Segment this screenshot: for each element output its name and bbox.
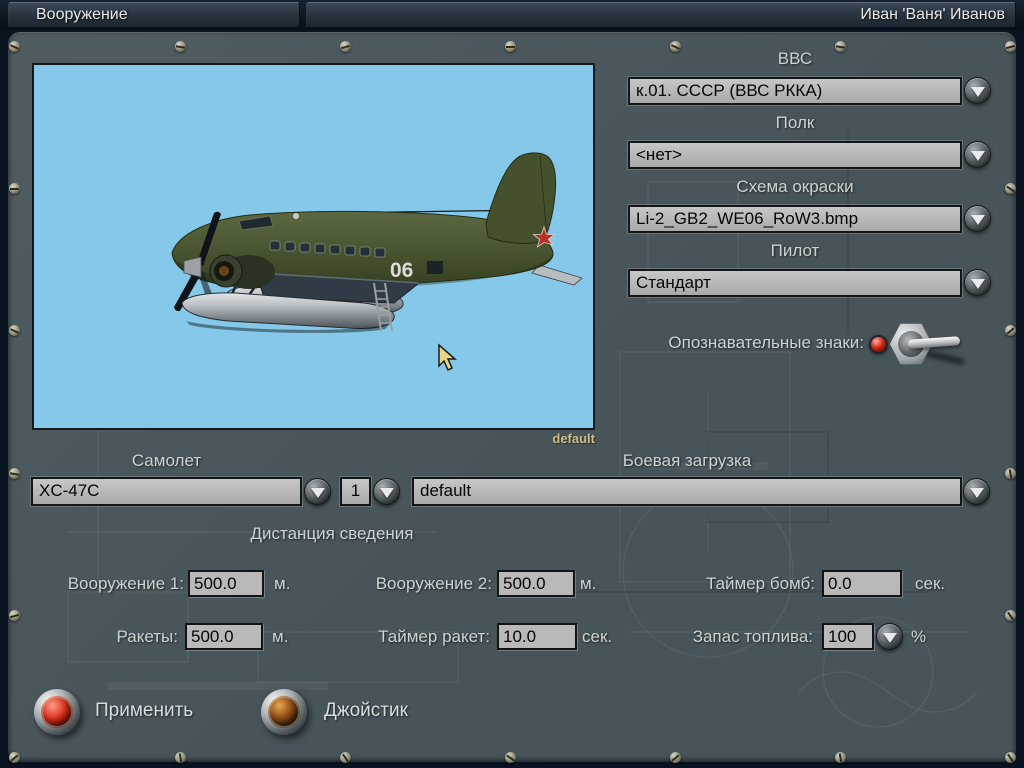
chevron-down-icon xyxy=(970,279,985,290)
weapon2-unit: м. xyxy=(580,574,597,593)
screw-icon xyxy=(1005,752,1016,763)
screw-icon xyxy=(175,752,186,763)
player-name: Иван 'Ваня' Иванов xyxy=(860,6,1005,23)
variant-select[interactable]: 1 xyxy=(340,477,371,506)
paint-scheme-select[interactable]: Li-2_GB2_WE06_RoW3.bmp xyxy=(628,205,962,233)
markings-indicator-lamp xyxy=(869,335,888,354)
spinner xyxy=(183,256,202,278)
bottom-bar xyxy=(0,762,1024,768)
screw-icon xyxy=(1005,468,1016,479)
screw-icon xyxy=(340,752,351,763)
chevron-down-icon xyxy=(379,488,394,499)
convergence-title: Дистанция сведения xyxy=(250,524,414,543)
tail-number: 06 xyxy=(390,259,413,282)
chevron-down-icon xyxy=(882,633,897,644)
chevron-down-icon xyxy=(310,488,325,499)
regiment-label: Полк xyxy=(775,113,815,132)
rocket-timer-input[interactable] xyxy=(497,623,577,650)
pilot-select[interactable]: Стандарт xyxy=(628,269,962,297)
fuel-unit: % xyxy=(911,627,927,646)
apply-button[interactable] xyxy=(34,689,80,735)
screw-icon xyxy=(340,41,351,52)
joystick-button-label: Джойстик xyxy=(324,700,408,721)
bomb-timer-unit: сек. xyxy=(915,574,946,593)
player-name-bar: Иван 'Ваня' Иванов xyxy=(306,2,1016,28)
rockets-label: Ракеты: xyxy=(116,627,178,646)
screw-icon xyxy=(9,610,20,621)
air-force-dropdown-button[interactable] xyxy=(964,77,991,104)
armament-screen: Вооружение Иван 'Ваня' Иванов 06 default… xyxy=(0,0,1024,768)
chevron-down-icon xyxy=(970,87,985,98)
aircraft-label: Самолет xyxy=(131,451,202,470)
screw-icon xyxy=(9,752,20,763)
screw-icon xyxy=(9,325,20,336)
loadout-label: Боевая загрузка xyxy=(622,451,752,470)
air-force-select[interactable]: к.01. СССР (ВВС РККА) xyxy=(628,77,962,105)
screen-title: Вооружение xyxy=(36,6,128,23)
fuel-dropdown-button[interactable] xyxy=(876,623,903,650)
screw-icon xyxy=(1005,610,1016,621)
regiment-select[interactable]: <нет> xyxy=(628,141,962,169)
rockets-input[interactable] xyxy=(185,623,263,650)
red-button-dome-icon xyxy=(41,696,73,728)
aircraft-select[interactable]: XC-47C xyxy=(31,477,302,506)
pilot-dropdown-button[interactable] xyxy=(964,269,991,296)
weapon1-input[interactable] xyxy=(188,570,264,597)
screw-icon xyxy=(505,41,516,52)
top-bar: Вооружение Иван 'Ваня' Иванов xyxy=(0,0,1024,30)
amber-button-dome-icon xyxy=(268,696,300,728)
rocket-timer-unit: сек. xyxy=(582,627,613,646)
fuel-input[interactable] xyxy=(822,623,874,650)
chevron-down-icon xyxy=(970,215,985,226)
screw-icon xyxy=(9,41,20,52)
tab-armament[interactable]: Вооружение xyxy=(8,2,300,28)
weapon1-label: Вооружение 1: xyxy=(67,574,184,593)
joystick-button[interactable] xyxy=(261,689,307,735)
screw-icon xyxy=(175,41,186,52)
apply-button-label: Применить xyxy=(95,700,194,721)
chevron-down-icon xyxy=(969,488,984,499)
mouse-cursor xyxy=(438,343,457,372)
weapon2-input[interactable] xyxy=(497,570,575,597)
aircraft-dropdown-button[interactable] xyxy=(304,478,331,505)
weapon1-unit: м. xyxy=(274,574,291,593)
astrodome xyxy=(293,213,299,219)
aircraft-preview: 06 xyxy=(32,63,595,430)
screw-icon xyxy=(670,752,681,763)
aircraft-preview-art: 06 xyxy=(171,152,583,372)
pilot-label: Пилот xyxy=(770,241,820,260)
screw-icon xyxy=(9,183,20,194)
cargo-door-window xyxy=(427,261,443,274)
bomb-timer-input[interactable] xyxy=(822,570,902,597)
screw-icon xyxy=(505,752,516,763)
weapon2-label: Вооружение 2: xyxy=(375,574,492,593)
loadout-dropdown-button[interactable] xyxy=(963,478,990,505)
regiment-dropdown-button[interactable] xyxy=(964,141,991,168)
variant-dropdown-button[interactable] xyxy=(373,478,400,505)
chevron-down-icon xyxy=(970,151,985,162)
markings-label: Опознавательные знаки: xyxy=(668,333,864,352)
screw-icon xyxy=(1005,41,1016,52)
skin-caption: default xyxy=(552,431,595,446)
screw-icon xyxy=(1005,325,1016,336)
air-force-label: ВВС xyxy=(777,49,813,68)
tailplane xyxy=(531,264,583,286)
loadout-select[interactable]: default xyxy=(412,477,962,506)
rocket-timer-label: Таймер ракет: xyxy=(378,627,490,646)
paint-scheme-dropdown-button[interactable] xyxy=(964,205,991,232)
screw-icon xyxy=(9,468,20,479)
screw-icon xyxy=(835,41,846,52)
screw-icon xyxy=(835,752,846,763)
fuel-label: Запас топлива: xyxy=(692,627,813,646)
rockets-unit: м. xyxy=(272,627,289,646)
screw-icon xyxy=(1005,183,1016,194)
screw-icon xyxy=(670,41,681,52)
bomb-timer-label: Таймер бомб: xyxy=(705,574,815,593)
paint-scheme-label: Схема окраски xyxy=(736,177,854,196)
